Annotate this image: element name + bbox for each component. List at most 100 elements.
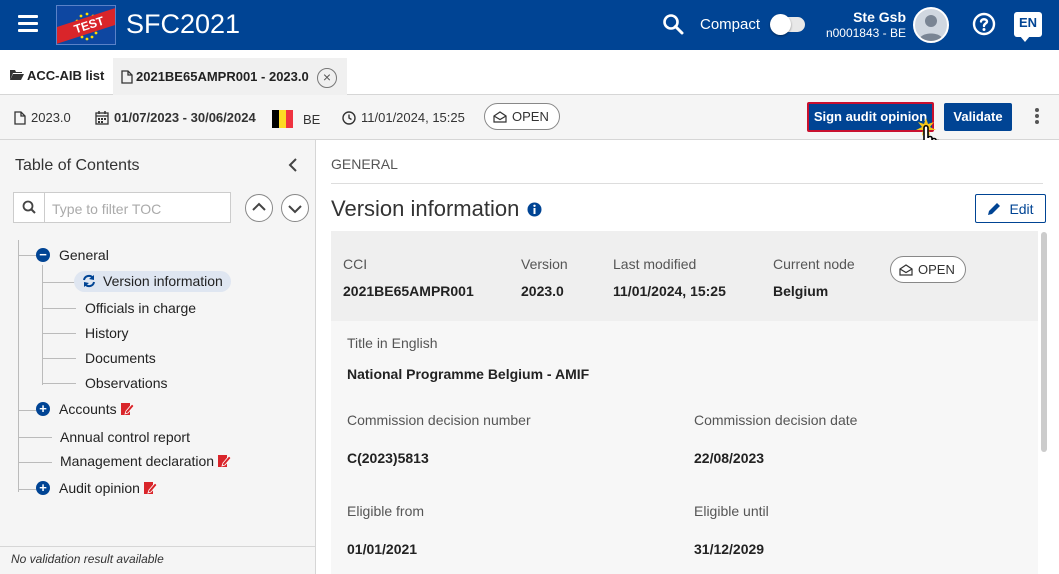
toc-item-label: History [85,325,129,341]
toc-item-label: Management declaration [60,453,215,469]
language-selector[interactable]: EN [1014,12,1042,42]
clock-icon [342,110,356,125]
cci-value: 2021BE65AMPR001 [343,283,474,299]
envelope-open-icon [493,110,507,123]
timestamp-info: 11/01/2024, 15:25 [342,110,465,125]
toc-item-label: Accounts [59,401,117,417]
help-icon[interactable] [972,12,996,36]
hamburger-icon[interactable] [18,15,38,33]
chevron-down-icon[interactable] [281,194,309,222]
info-bar: 2023.0 01/07/2023 - 30/06/2024 BE 11/01/… [0,95,1059,140]
info-icon[interactable] [527,202,542,217]
toc-item-label: Version information [103,273,223,289]
tab-version-document[interactable]: 2021BE65AMPR001 - 2023.0 × [113,55,347,95]
sync-icon [83,274,95,288]
decision-date-value: 22/08/2023 [694,450,765,466]
divider [331,183,1043,184]
tree-line [18,410,36,411]
tree-line [18,240,19,492]
chevron-up-icon[interactable] [245,194,273,222]
tree-line [18,489,36,490]
kebab-icon[interactable] [1033,108,1041,128]
toc-item-label: Annual control report [60,429,190,445]
search-icon[interactable] [662,13,684,35]
toc-item-label: General [59,247,109,263]
toc-item-audit-opinion[interactable]: + Audit opinion [36,480,157,496]
close-icon[interactable]: × [317,68,337,88]
tab-label: ACC-AIB list [27,67,105,83]
title-english-value: National Programme Belgium - AMIF [347,366,590,382]
title-english-label: Title in English [347,335,438,351]
toc-item-label: Documents [85,350,156,366]
decision-number-value: C(2023)5813 [347,450,429,466]
timestamp-value: 11/01/2024, 15:25 [361,110,465,125]
version-label: Version [521,256,568,272]
eligible-from-label: Eligible from [347,503,425,519]
toc-sidebar: Table of Contents Type to filter TOC − G… [0,140,316,574]
version-value: 2023.0 [521,283,564,299]
country-info: BE [272,110,320,128]
status-label: OPEN [512,109,549,124]
edit-red-icon [218,455,232,467]
tree-line [42,333,76,334]
decision-number-label: Commission decision number [347,412,531,428]
scrollbar[interactable] [1041,232,1047,452]
eu-logo: TEST [56,5,116,45]
tree-line [18,462,52,463]
eligible-until-value: 31/12/2029 [694,541,765,557]
minus-circle-icon[interactable]: − [36,248,50,262]
toc-item-label: Observations [85,375,168,391]
tree-line [18,437,52,438]
toc-item-annual-control-report[interactable]: Annual control report [60,429,190,445]
edit-button[interactable]: Edit [975,194,1046,223]
toc-item-observations[interactable]: Observations [85,375,167,391]
chevron-left-icon[interactable] [285,156,303,174]
edit-red-icon [143,482,157,494]
edit-button-label: Edit [1009,200,1034,217]
section-title: GENERAL [331,156,398,172]
app-title[interactable]: SFC2021 [126,9,240,40]
tree-line [42,282,76,283]
cci-label: CCI [343,256,368,272]
toc-item-label: Audit opinion [59,480,140,496]
toc-item-general[interactable]: − General [36,247,109,263]
envelope-open-icon [899,263,913,276]
tab-acc-aib-list[interactable]: ACC-AIB list [10,55,104,95]
compact-toggle[interactable] [770,14,805,35]
last-modified-label: Last modified [613,256,697,272]
period-info: 01/07/2023 - 30/06/2024 [95,110,256,125]
country-value: BE [303,111,321,127]
user-id: n0001843 - BE [825,26,906,40]
avatar[interactable] [913,7,949,43]
toc-item-documents[interactable]: Documents [85,350,156,366]
current-node-value: Belgium [773,283,829,299]
version-info: 2023.0 [14,110,71,125]
folder-icon [10,70,24,80]
toc-item-version-information[interactable]: Version information [74,271,231,292]
page-title-text: Version information [331,196,520,221]
toc-item-management-declaration[interactable]: Management declaration [60,453,232,469]
decision-date-label: Commission decision date [694,412,858,428]
tab-label: 2021BE65AMPR001 - 2023.0 [136,69,309,84]
plus-circle-icon[interactable]: + [36,481,50,495]
status-badge: OPEN [484,103,560,130]
version-value: 2023.0 [31,110,71,125]
tree-line [42,308,76,309]
toc-filter-input[interactable]: Type to filter TOC [52,201,161,217]
edit-red-icon [120,403,134,415]
status-label: OPEN [918,262,955,277]
search-icon [14,193,45,222]
user-name: Ste Gsb [853,9,906,25]
validate-button[interactable]: Validate [944,103,1012,131]
user-silhouette-icon [919,15,943,41]
toc-item-accounts[interactable]: + Accounts [36,401,134,417]
plus-circle-icon[interactable]: + [36,402,50,416]
page-title: Version information [331,196,542,222]
pencil-icon [988,202,1001,215]
toc-item-officials-in-charge[interactable]: Officials in charge [85,300,196,316]
period-value: 01/07/2023 - 30/06/2024 [114,110,256,125]
status-badge: OPEN [890,256,966,283]
tree-line [18,255,36,256]
tree-line [42,383,76,384]
toc-item-history[interactable]: History [85,325,129,341]
